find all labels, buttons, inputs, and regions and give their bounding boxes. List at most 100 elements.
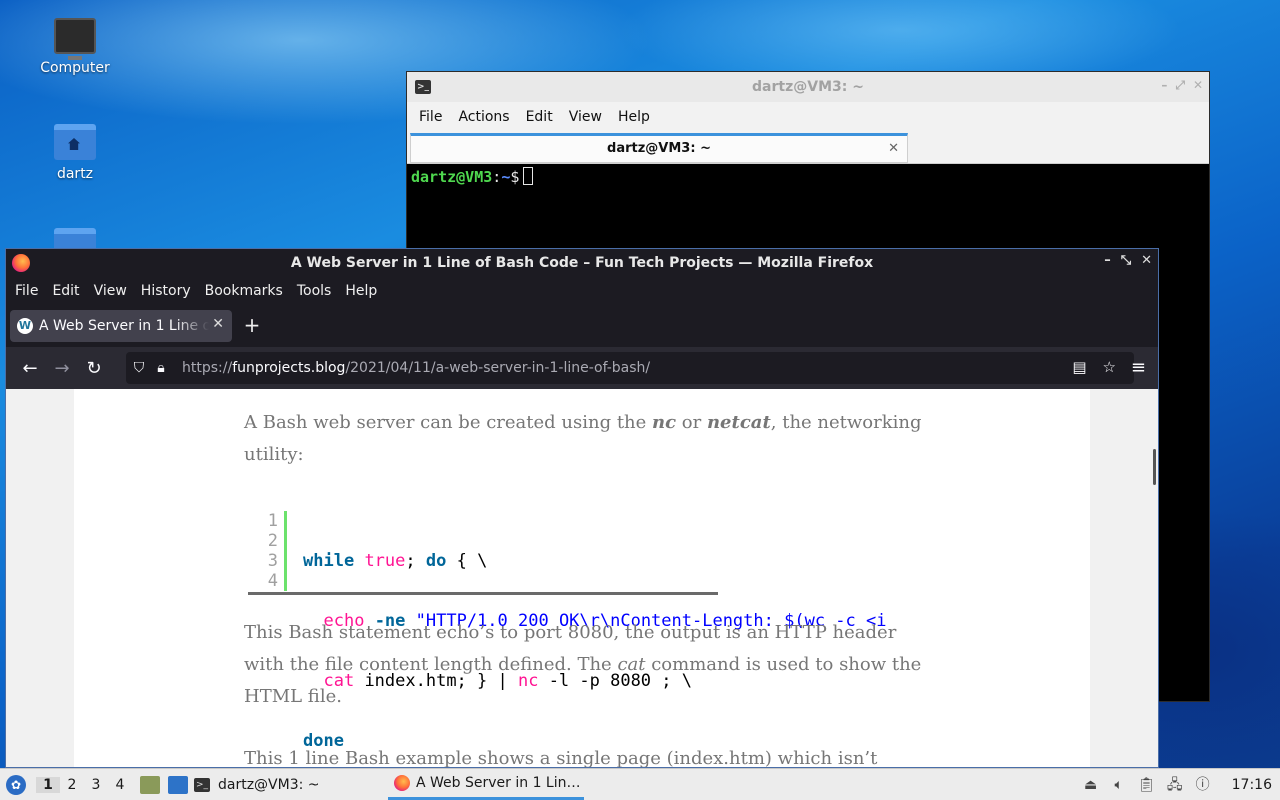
clipboard-icon[interactable]: 📋︎ xyxy=(1138,776,1156,794)
show-desktop-icon[interactable] xyxy=(168,775,188,794)
code-line-numbers: 1 2 3 4 xyxy=(248,511,278,591)
browser-tab-title: A Web Server in 1 Line of Bash Code xyxy=(39,318,209,334)
terminal-tabbar: dartz@VM3: ~ ✕ xyxy=(407,132,1209,164)
firefox-titlebar[interactable]: A Web Server in 1 Line of Bash Code – Fu… xyxy=(6,249,1158,277)
desktop-icon-label: dartz xyxy=(56,166,94,182)
minimize-icon[interactable]: – xyxy=(1104,253,1111,268)
terminal-icon: >_ xyxy=(194,777,210,792)
workspace-1[interactable]: 1 xyxy=(36,776,60,793)
line-number: 3 xyxy=(267,551,278,571)
url-scheme: https:// xyxy=(182,360,233,376)
workspace-4[interactable]: 4 xyxy=(108,777,132,793)
start-menu-icon[interactable]: ✿ xyxy=(6,774,26,795)
file-manager-icon[interactable] xyxy=(140,775,160,794)
text-nc: nc xyxy=(652,412,677,433)
text-cat: cat xyxy=(617,654,646,675)
prompt-path: ~ xyxy=(501,168,511,186)
restore-icon[interactable]: ⤡ xyxy=(1121,253,1131,268)
prompt-user: dartz@VM3 xyxy=(411,168,493,186)
menu-view[interactable]: View xyxy=(561,109,610,125)
notification-icon[interactable]: ⏏ xyxy=(1082,776,1100,794)
new-tab-icon[interactable]: + xyxy=(242,313,262,337)
text-netcat: netcat xyxy=(706,412,771,433)
line-number: 4 xyxy=(267,571,278,591)
menu-icon[interactable]: ≡ xyxy=(1131,357,1146,378)
article-body: A Bash web server can be created using t… xyxy=(244,407,934,471)
code-block[interactable]: 1 2 3 4 while true; do { \ echo -ne "HTT… xyxy=(248,511,886,751)
terminal-menubar: File Actions Edit View Help xyxy=(407,102,1209,132)
line-number: 1 xyxy=(267,511,278,531)
text: A Bash web server can be created using t… xyxy=(244,412,653,433)
terminal-tab-label: dartz@VM3: ~ xyxy=(607,141,711,156)
paragraph-explanation: This Bash statement echo’s to port 8080,… xyxy=(244,617,934,713)
lock-icon[interactable]: 🔒︎ xyxy=(150,360,172,376)
code-line: while true; do { \ xyxy=(303,551,488,571)
close-tab-icon[interactable]: ✕ xyxy=(888,136,899,162)
wordpress-icon: W xyxy=(17,318,33,334)
taskbar: ✿ 1 2 3 4 >_ dartz@VM3: ~ A Web Server i… xyxy=(0,768,1280,800)
close-icon[interactable]: ✕ xyxy=(1193,78,1203,93)
firefox-menubar: File Edit View History Bookmarks Tools H… xyxy=(6,277,1158,305)
menu-history[interactable]: History xyxy=(134,283,198,299)
code-gutter xyxy=(284,511,287,591)
prompt-sep: : xyxy=(492,168,502,186)
menu-tools[interactable]: Tools xyxy=(290,283,339,299)
terminal-tab[interactable]: dartz@VM3: ~ ✕ xyxy=(410,133,908,163)
close-icon[interactable]: ✕ xyxy=(1141,253,1152,268)
menu-file[interactable]: File xyxy=(8,283,45,299)
workspace-2[interactable]: 2 xyxy=(60,777,84,793)
firefox-window[interactable]: A Web Server in 1 Line of Bash Code – Fu… xyxy=(5,248,1159,768)
menu-help[interactable]: Help xyxy=(338,283,384,299)
terminal-cursor xyxy=(523,167,534,185)
forward-icon[interactable]: → xyxy=(46,358,78,379)
menu-bookmarks[interactable]: Bookmarks xyxy=(198,283,290,299)
article-body-2: This Bash statement echo’s to port 8080,… xyxy=(244,617,934,768)
firefox-navbar: ← → ↻ ⛉ 🔒︎ https://funprojects.blog/2021… xyxy=(6,347,1158,389)
url-text: https://funprojects.blog/2021/04/11/a-we… xyxy=(182,360,650,376)
menu-edit[interactable]: Edit xyxy=(518,109,561,125)
menu-file[interactable]: File xyxy=(411,109,450,125)
terminal-title: dartz@VM3: ~ xyxy=(752,79,864,95)
prompt-symbol: $ xyxy=(510,168,520,186)
shield-icon[interactable]: ⛉ xyxy=(128,360,150,376)
firefox-title: A Web Server in 1 Line of Bash Code – Fu… xyxy=(290,255,874,271)
maximize-icon[interactable]: ⤢ xyxy=(1175,78,1185,93)
menu-help[interactable]: Help xyxy=(610,109,658,125)
page-content[interactable]: A Bash web server can be created using t… xyxy=(6,389,1158,768)
menu-actions[interactable]: Actions xyxy=(450,109,517,125)
desktop-icon-home[interactable]: dartz xyxy=(30,124,120,182)
url-host: funprojects.blog xyxy=(232,360,346,376)
menu-edit[interactable]: Edit xyxy=(45,283,86,299)
firefox-icon xyxy=(394,775,410,791)
text: or xyxy=(676,412,707,433)
url-path: /2021/04/11/a-web-server-in-1-line-of-ba… xyxy=(345,360,651,376)
minimize-icon[interactable]: – xyxy=(1161,78,1167,93)
reader-view-icon[interactable]: ▤ xyxy=(1072,358,1086,376)
bookmark-star-icon[interactable]: ☆ xyxy=(1103,358,1116,376)
terminal-titlebar[interactable]: >_ dartz@VM3: ~ – ⤢ ✕ xyxy=(407,72,1209,102)
page-margin-right xyxy=(1090,389,1158,767)
task-firefox[interactable]: A Web Server in 1 Lin… xyxy=(388,769,584,800)
monitor-icon xyxy=(54,18,96,60)
url-bar[interactable]: ⛉ 🔒︎ https://funprojects.blog/2021/04/11… xyxy=(126,352,1134,384)
menu-view[interactable]: View xyxy=(87,283,134,299)
task-terminal[interactable]: >_ dartz@VM3: ~ xyxy=(194,769,380,800)
terminal-output[interactable]: dartz@VM3:~$ xyxy=(407,164,1209,189)
desktop-icon-label: Computer xyxy=(40,60,110,76)
paragraph-example: This 1 line Bash example shows a single … xyxy=(244,748,878,768)
network-icon[interactable]: 🖧 xyxy=(1166,776,1184,794)
browser-tab[interactable]: W A Web Server in 1 Line of Bash Code ✕ xyxy=(10,310,232,342)
workspace-3[interactable]: 3 xyxy=(84,777,108,793)
task-label: A Web Server in 1 Lin… xyxy=(416,775,581,791)
close-tab-icon[interactable]: ✕ xyxy=(212,316,224,332)
updates-icon[interactable]: ⓘ xyxy=(1194,776,1212,794)
page-margin-left xyxy=(6,389,74,767)
firefox-tabbar: W A Web Server in 1 Line of Bash Code ✕ … xyxy=(6,305,1158,347)
reload-icon[interactable]: ↻ xyxy=(78,358,110,379)
back-icon[interactable]: ← xyxy=(14,358,46,379)
desktop-icon-computer[interactable]: Computer xyxy=(30,18,120,76)
clock[interactable]: 17:16 xyxy=(1232,777,1272,793)
paragraph-intro: A Bash web server can be created using t… xyxy=(244,407,934,471)
scrollbar[interactable] xyxy=(1153,449,1156,485)
volume-icon[interactable]: 🔈︎ xyxy=(1110,776,1128,794)
